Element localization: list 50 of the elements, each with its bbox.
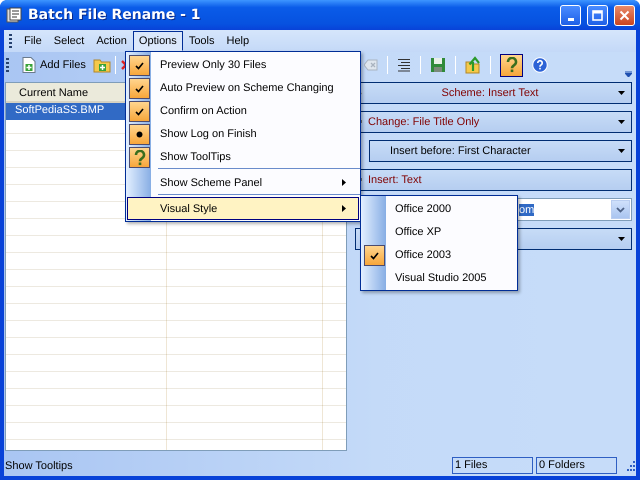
menu-item[interactable]: Auto Preview on Scheme Changing xyxy=(127,76,359,99)
minimize-button[interactable] xyxy=(560,4,581,26)
maximize-icon xyxy=(592,10,603,20)
menu[interactable]: Options xyxy=(132,31,183,51)
dropdown-button[interactable] xyxy=(611,200,630,219)
file-add-icon xyxy=(22,57,36,73)
menu-item[interactable]: Show Log on Finish xyxy=(127,122,359,145)
app-icon xyxy=(6,7,22,23)
folder-add-icon[interactable] xyxy=(92,57,111,73)
submenu-arrow-icon xyxy=(342,179,346,186)
grip-handle[interactable] xyxy=(9,34,12,48)
menu-item[interactable]: Visual Studio 2005 xyxy=(362,266,516,289)
menu-item[interactable]: Office 2000 xyxy=(362,197,516,220)
folder-arrow-icon[interactable] xyxy=(465,56,481,74)
table-cell[interactable]: SoftPediaSS.BMP xyxy=(6,103,126,120)
menu-item[interactable]: Preview Only 30 Files xyxy=(127,53,359,76)
submenu-arrow-icon xyxy=(342,205,346,212)
toolbar-options-icon[interactable] xyxy=(625,71,632,77)
tooltips-button[interactable] xyxy=(500,54,523,76)
menu-item[interactable]: Visual Style xyxy=(127,197,359,220)
menu[interactable]: Help xyxy=(220,31,256,51)
chevron-down-icon xyxy=(616,206,625,212)
menu-item[interactable]: Show ToolTips xyxy=(127,145,359,168)
question-icon xyxy=(506,57,518,73)
grip-handle[interactable] xyxy=(6,58,9,72)
menu[interactable]: Select xyxy=(48,31,90,51)
help-icon[interactable] xyxy=(532,57,548,73)
maximize-button[interactable] xyxy=(587,4,608,26)
align-icon[interactable] xyxy=(397,58,411,72)
menu-item[interactable]: Office 2003 xyxy=(362,243,516,266)
caret-icon[interactable] xyxy=(618,237,625,241)
menu[interactable]: File xyxy=(18,31,48,51)
close-button[interactable] xyxy=(614,4,635,26)
menu-item[interactable]: Confirm on Action xyxy=(127,99,359,122)
window-title: Batch File Rename - 1 xyxy=(28,7,202,23)
status-text: Show Tooltips xyxy=(5,460,74,472)
menu-item[interactable]: Office XP xyxy=(362,220,516,243)
status-panel: 0 Folders xyxy=(536,457,617,474)
menu[interactable]: Action xyxy=(90,31,133,51)
caret-icon[interactable] xyxy=(618,120,625,124)
close-icon xyxy=(619,10,630,20)
add-files-button[interactable]: Add Files xyxy=(19,54,89,76)
caret-icon[interactable] xyxy=(618,149,625,153)
save-icon[interactable] xyxy=(430,57,446,73)
question-icon xyxy=(134,150,146,166)
minimize-icon xyxy=(568,18,574,20)
dropdown[interactable]: Insert before: First Character xyxy=(369,140,632,162)
menu[interactable]: Tools xyxy=(182,31,220,51)
status-panel: 1 Files xyxy=(452,457,533,474)
caret-icon[interactable] xyxy=(618,91,625,95)
